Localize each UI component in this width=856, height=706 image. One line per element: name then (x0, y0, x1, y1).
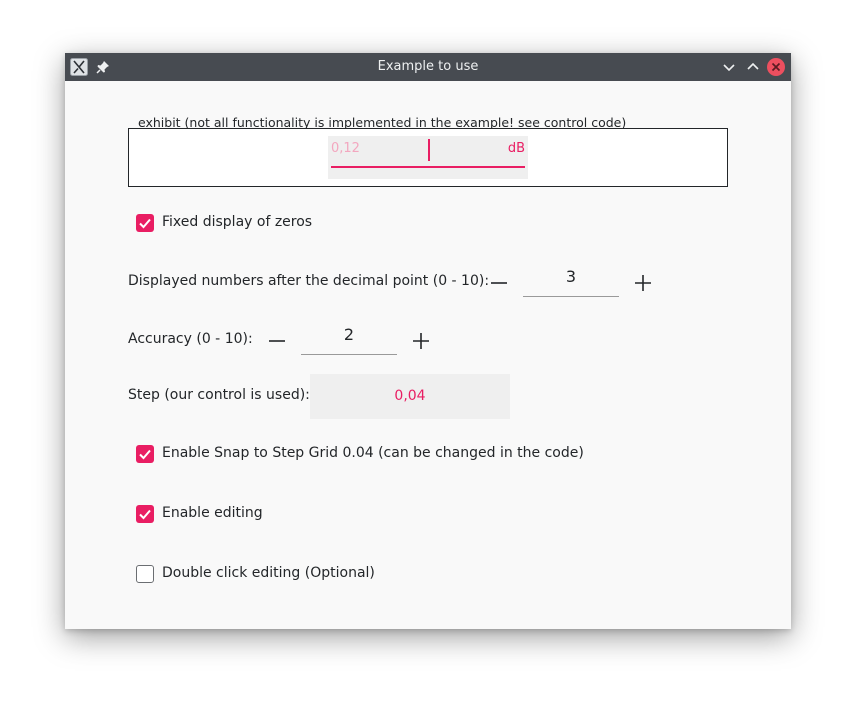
db-value-text: 0,12 (331, 141, 360, 156)
step-value-control[interactable]: 0,04 (310, 374, 510, 419)
snap-checkbox[interactable] (136, 445, 154, 463)
accuracy-label: Accuracy (0 - 10): (128, 331, 253, 347)
app-window: Example to use exhibit (not all function… (65, 53, 791, 629)
title-bar[interactable]: Example to use (65, 53, 791, 81)
minus-icon[interactable] (265, 329, 289, 353)
step-label: Step (our control is used): (128, 387, 310, 403)
decimals-value[interactable]: 3 (523, 264, 619, 297)
window-title: Example to use (377, 59, 479, 74)
editing-checkbox[interactable] (136, 505, 154, 523)
db-value-control[interactable]: 0,12 dB (328, 136, 528, 179)
decimals-label: Displayed numbers after the decimal poin… (128, 273, 490, 289)
accuracy-value[interactable]: 2 (301, 322, 397, 355)
window-content: exhibit (not all functionality is implem… (65, 81, 791, 629)
fixed-zeros-checkbox[interactable] (136, 214, 154, 232)
db-unit-label: dB (507, 141, 525, 156)
editing-label[interactable]: Enable editing (162, 505, 263, 521)
exhibit-frame: 0,12 dB (128, 128, 728, 187)
db-slider-handle[interactable] (428, 139, 430, 161)
chevron-up-icon[interactable] (744, 58, 762, 76)
minus-icon[interactable] (487, 271, 511, 295)
fixed-zeros-label[interactable]: Fixed display of zeros (162, 214, 312, 230)
chevron-down-icon[interactable] (720, 58, 738, 76)
plus-icon[interactable] (631, 271, 655, 295)
double-click-checkbox[interactable] (136, 565, 154, 583)
plus-icon[interactable] (409, 329, 433, 353)
snap-label[interactable]: Enable Snap to Step Grid 0.04 (can be ch… (162, 445, 584, 461)
double-click-label[interactable]: Double click editing (Optional) (162, 565, 375, 581)
db-underline (331, 166, 525, 168)
close-icon[interactable] (767, 58, 785, 76)
